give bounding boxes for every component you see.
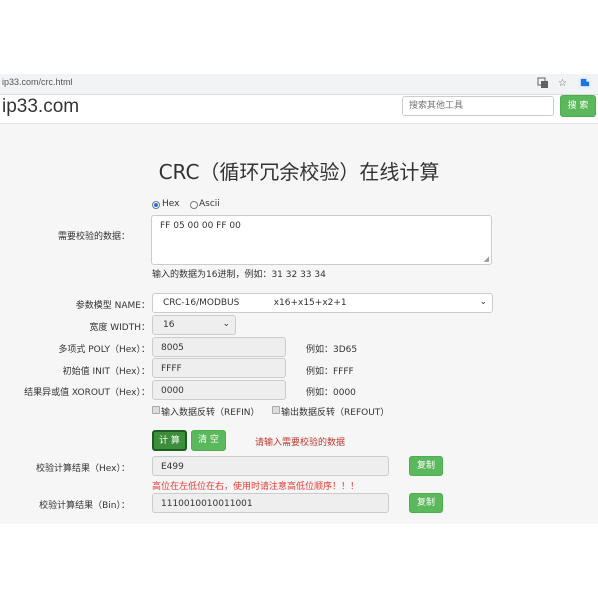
result-hex-label: 校验计算结果（Hex）： xyxy=(36,464,130,474)
xorout-label: 结果异或值 XOROUT（Hex）： xyxy=(24,388,150,398)
refout-checkbox[interactable] xyxy=(272,406,280,414)
data-textarea-value: FF 05 00 00 FF 00 xyxy=(160,221,241,231)
search-input[interactable] xyxy=(402,96,554,116)
browser-address-bar: ip33.com/crc.html ☆ xyxy=(0,74,598,95)
resize-handle-icon[interactable]: ◢ xyxy=(484,255,489,263)
result-bin-field[interactable]: 1110010010011001 xyxy=(152,493,389,513)
xorout-example: 例如：0000 xyxy=(306,388,356,398)
refout-label[interactable]: 输出数据反转（REFOUT） xyxy=(281,405,389,418)
copy-bin-button[interactable]: 复制 xyxy=(409,493,443,513)
result-bin-label: 校验计算结果（Bin）： xyxy=(39,501,130,511)
radio-hex[interactable] xyxy=(152,201,160,209)
init-field[interactable]: FFFF xyxy=(152,358,286,378)
width-select[interactable]: 16 ⌄ xyxy=(152,315,236,335)
result-hex-note: 高位在左低位在右，使用时请注意高低位顺序！！！ xyxy=(152,482,360,492)
refin-checkbox[interactable] xyxy=(152,406,160,414)
width-label: 宽度 WIDTH： xyxy=(89,323,150,333)
poly-field[interactable]: 8005 xyxy=(152,337,286,357)
status-message: 请输入需要校验的数据 xyxy=(255,438,346,448)
model-select-value: CRC-16/MODBUS x16+x15+x2+1 xyxy=(163,298,347,308)
model-label: 参数模型 NAME： xyxy=(75,301,150,311)
search-button[interactable]: 搜 索 xyxy=(560,95,596,117)
chevron-down-icon: ⌄ xyxy=(479,297,487,307)
site-header: ip33.com 搜 索 xyxy=(0,95,598,124)
calc-button[interactable]: 计 算 xyxy=(152,430,187,451)
init-example: 例如：FFFF xyxy=(306,367,354,377)
result-hex-field[interactable]: E499 xyxy=(152,456,389,476)
radio-hex-label[interactable]: Hex xyxy=(162,199,179,209)
refin-label[interactable]: 输入数据反转（REFIN） xyxy=(161,405,260,418)
model-select[interactable]: CRC-16/MODBUS x16+x15+x2+1 ⌄ xyxy=(152,293,493,313)
chevron-down-icon: ⌄ xyxy=(222,319,230,329)
width-select-value: 16 xyxy=(163,320,175,330)
data-textarea[interactable]: FF 05 00 00 FF 00 ◢ xyxy=(151,215,492,265)
init-label: 初始值 INIT（Hex）： xyxy=(62,367,150,377)
clear-button[interactable]: 清 空 xyxy=(191,430,226,451)
poly-label: 多项式 POLY（Hex）： xyxy=(58,345,150,355)
translate-icon[interactable] xyxy=(536,77,549,90)
xorout-field[interactable]: 0000 xyxy=(152,380,286,400)
extension-icon[interactable] xyxy=(578,77,591,90)
poly-example: 例如：3D65 xyxy=(306,345,358,355)
data-hint: 输入的数据为16进制，例如：31 32 33 34 xyxy=(152,270,326,280)
copy-hex-button[interactable]: 复制 xyxy=(409,456,443,476)
radio-ascii-label[interactable]: Ascii xyxy=(199,199,220,209)
star-icon[interactable]: ☆ xyxy=(556,77,569,90)
site-logo[interactable]: ip33.com xyxy=(2,96,79,118)
radio-ascii[interactable] xyxy=(190,201,198,209)
page-title: CRC（循环冗余校验）在线计算 xyxy=(158,160,440,184)
url-text[interactable]: ip33.com/crc.html xyxy=(2,77,73,87)
data-label: 需要校验的数据： xyxy=(57,232,130,242)
